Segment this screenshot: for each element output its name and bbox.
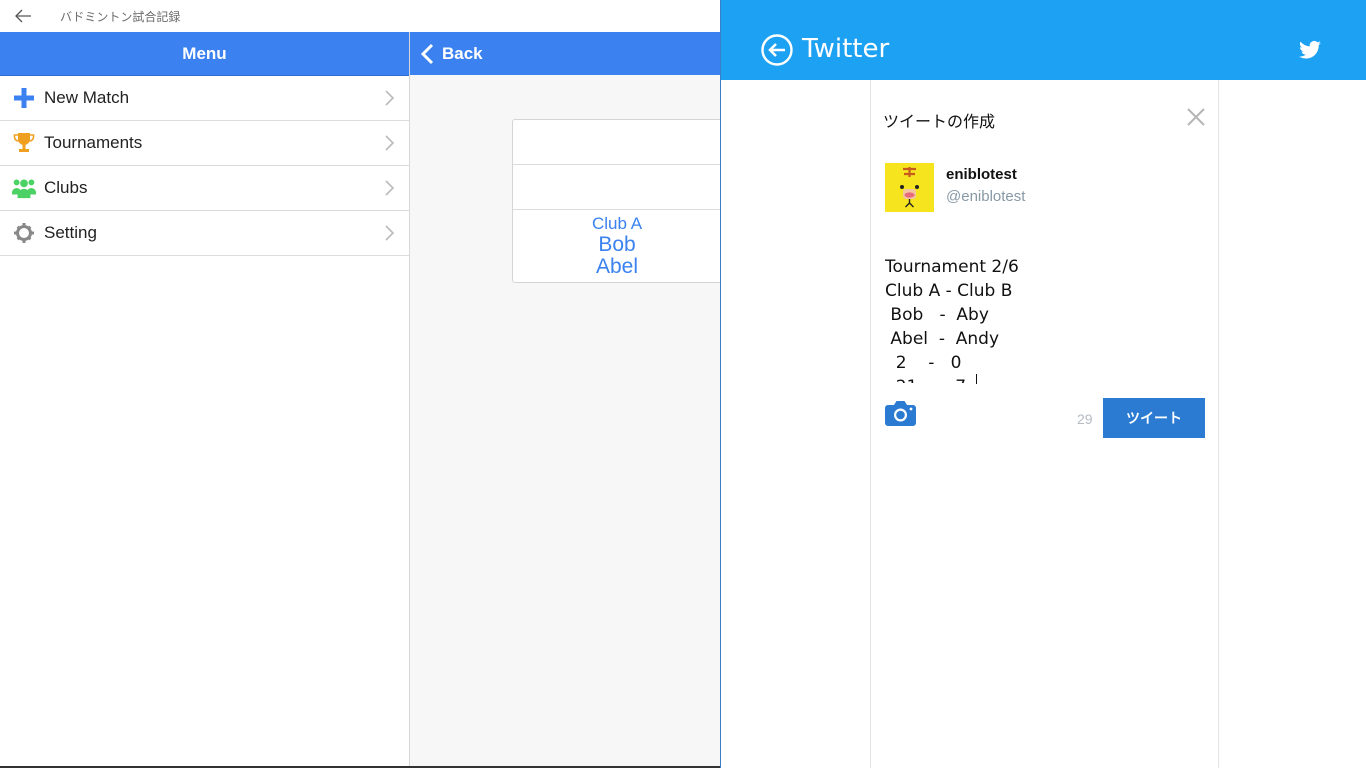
gear-icon [12,221,36,245]
match-row-empty[interactable] [513,165,721,210]
back-label: Back [442,43,483,63]
chevron-right-icon [385,225,395,241]
menu-item-label: Setting [44,223,97,242]
tweet-text-area[interactable]: Tournament 2/6 Club A - Club B Bob - Aby… [885,255,1205,383]
menu-item-label: Tournaments [44,133,143,152]
menu-panel: Menu New Match Tournaments Clubs Setting [0,32,410,768]
camera-icon[interactable] [885,400,916,426]
avatar [885,163,934,212]
match-row-empty[interactable] [513,120,721,165]
badminton-app: バドミントン試合記録 Menu New Match Tournaments Cl… [0,0,721,768]
close-icon[interactable] [1186,107,1206,127]
menu-item-tournaments[interactable]: Tournaments [0,121,409,166]
player-name: Bob [598,233,636,256]
twitter-share-pane: Twitter ツイートの作成 eniblotest @eniblotest T… [720,0,1366,768]
window-titlebar: バドミントン試合記録 [0,0,720,32]
club-name: Club A [591,214,643,233]
detail-panel: Back Club A Bob Abel [410,32,721,766]
user-handle: @eniblotest [946,188,1026,205]
share-title: Twitter [802,34,890,64]
menu-item-clubs[interactable]: Clubs [0,166,409,211]
chevron-right-icon [385,90,395,106]
users-icon [12,176,36,200]
menu-item-label: Clubs [44,178,88,197]
trophy-icon [12,131,36,155]
compose-tweet-dialog: ツイートの作成 eniblotest @eniblotest Tournamen… [870,80,1219,768]
menu-item-new-match[interactable]: New Match [0,76,409,121]
menu-header: Menu [0,32,409,76]
menu-item-label: New Match [44,88,130,107]
match-summary[interactable]: Club A Bob Abel [513,210,721,278]
menu-item-setting[interactable]: Setting [0,211,409,256]
plus-icon [12,86,36,110]
character-count: 29 [1077,411,1093,427]
chevron-right-icon [385,180,395,196]
match-card: Club A Bob Abel [512,119,721,283]
app-title: バドミントン試合記録 [60,10,181,24]
compose-title: ツイートの作成 [883,112,996,131]
twitter-bird-icon [1299,40,1321,59]
back-button[interactable]: Back [410,32,720,75]
chevron-left-icon [420,43,434,64]
circle-back-arrow-icon[interactable] [761,34,793,66]
tweet-button[interactable]: ツイート [1103,398,1205,438]
text-caret [976,374,977,384]
user-name: eniblotest [946,166,1017,183]
share-header: Twitter [721,0,1366,80]
chevron-right-icon [385,135,395,151]
window-back-arrow-icon[interactable] [14,8,32,24]
player-name: Abel [595,255,639,278]
